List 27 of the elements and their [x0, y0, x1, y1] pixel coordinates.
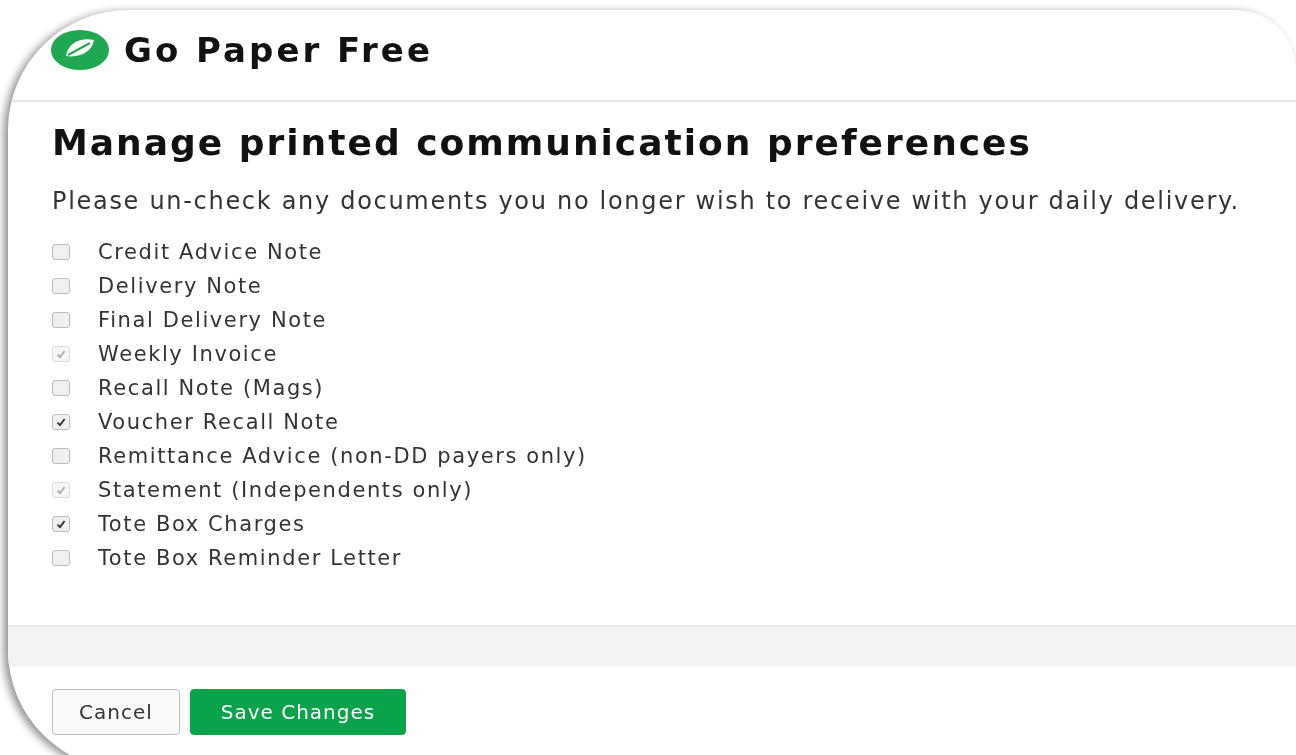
- check-icon: [55, 518, 67, 530]
- checkbox-label: Tote Box Reminder Letter: [98, 546, 403, 570]
- checkbox[interactable]: [52, 278, 70, 294]
- cancel-button[interactable]: Cancel: [52, 689, 180, 735]
- checkbox[interactable]: [52, 414, 70, 430]
- checkbox[interactable]: [52, 550, 70, 566]
- instructions-text: Please un-check any documents you no longer wish to receive with your daily delivery.: [52, 187, 1241, 215]
- checkbox[interactable]: [52, 516, 70, 532]
- check-icon: [55, 484, 67, 496]
- checkbox-label: Final Delivery Note: [98, 308, 328, 332]
- checkbox-label: Remittance Advice (non-DD payers only): [98, 444, 587, 468]
- check-icon: [55, 416, 67, 428]
- app-title: Go Paper Free: [124, 30, 433, 70]
- checkbox[interactable]: [52, 312, 70, 328]
- page-heading: Manage printed communication preferences: [52, 122, 1033, 163]
- checkbox-label: Delivery Note: [98, 274, 263, 298]
- checkbox-label: Voucher Recall Note: [98, 410, 340, 434]
- check-icon: [55, 348, 67, 360]
- checkbox-label: Tote Box Charges: [98, 512, 306, 536]
- checkbox-label: Statement (Independents only): [98, 478, 474, 502]
- checkbox[interactable]: [52, 380, 70, 396]
- leaf-logo-icon: [50, 28, 110, 72]
- checkbox-label: Credit Advice Note: [98, 240, 324, 264]
- checkbox[interactable]: [52, 448, 70, 464]
- checkbox[interactable]: [52, 244, 70, 260]
- checkbox-label: Recall Note (Mags): [98, 376, 325, 400]
- checkbox-label: Weekly Invoice: [98, 342, 278, 366]
